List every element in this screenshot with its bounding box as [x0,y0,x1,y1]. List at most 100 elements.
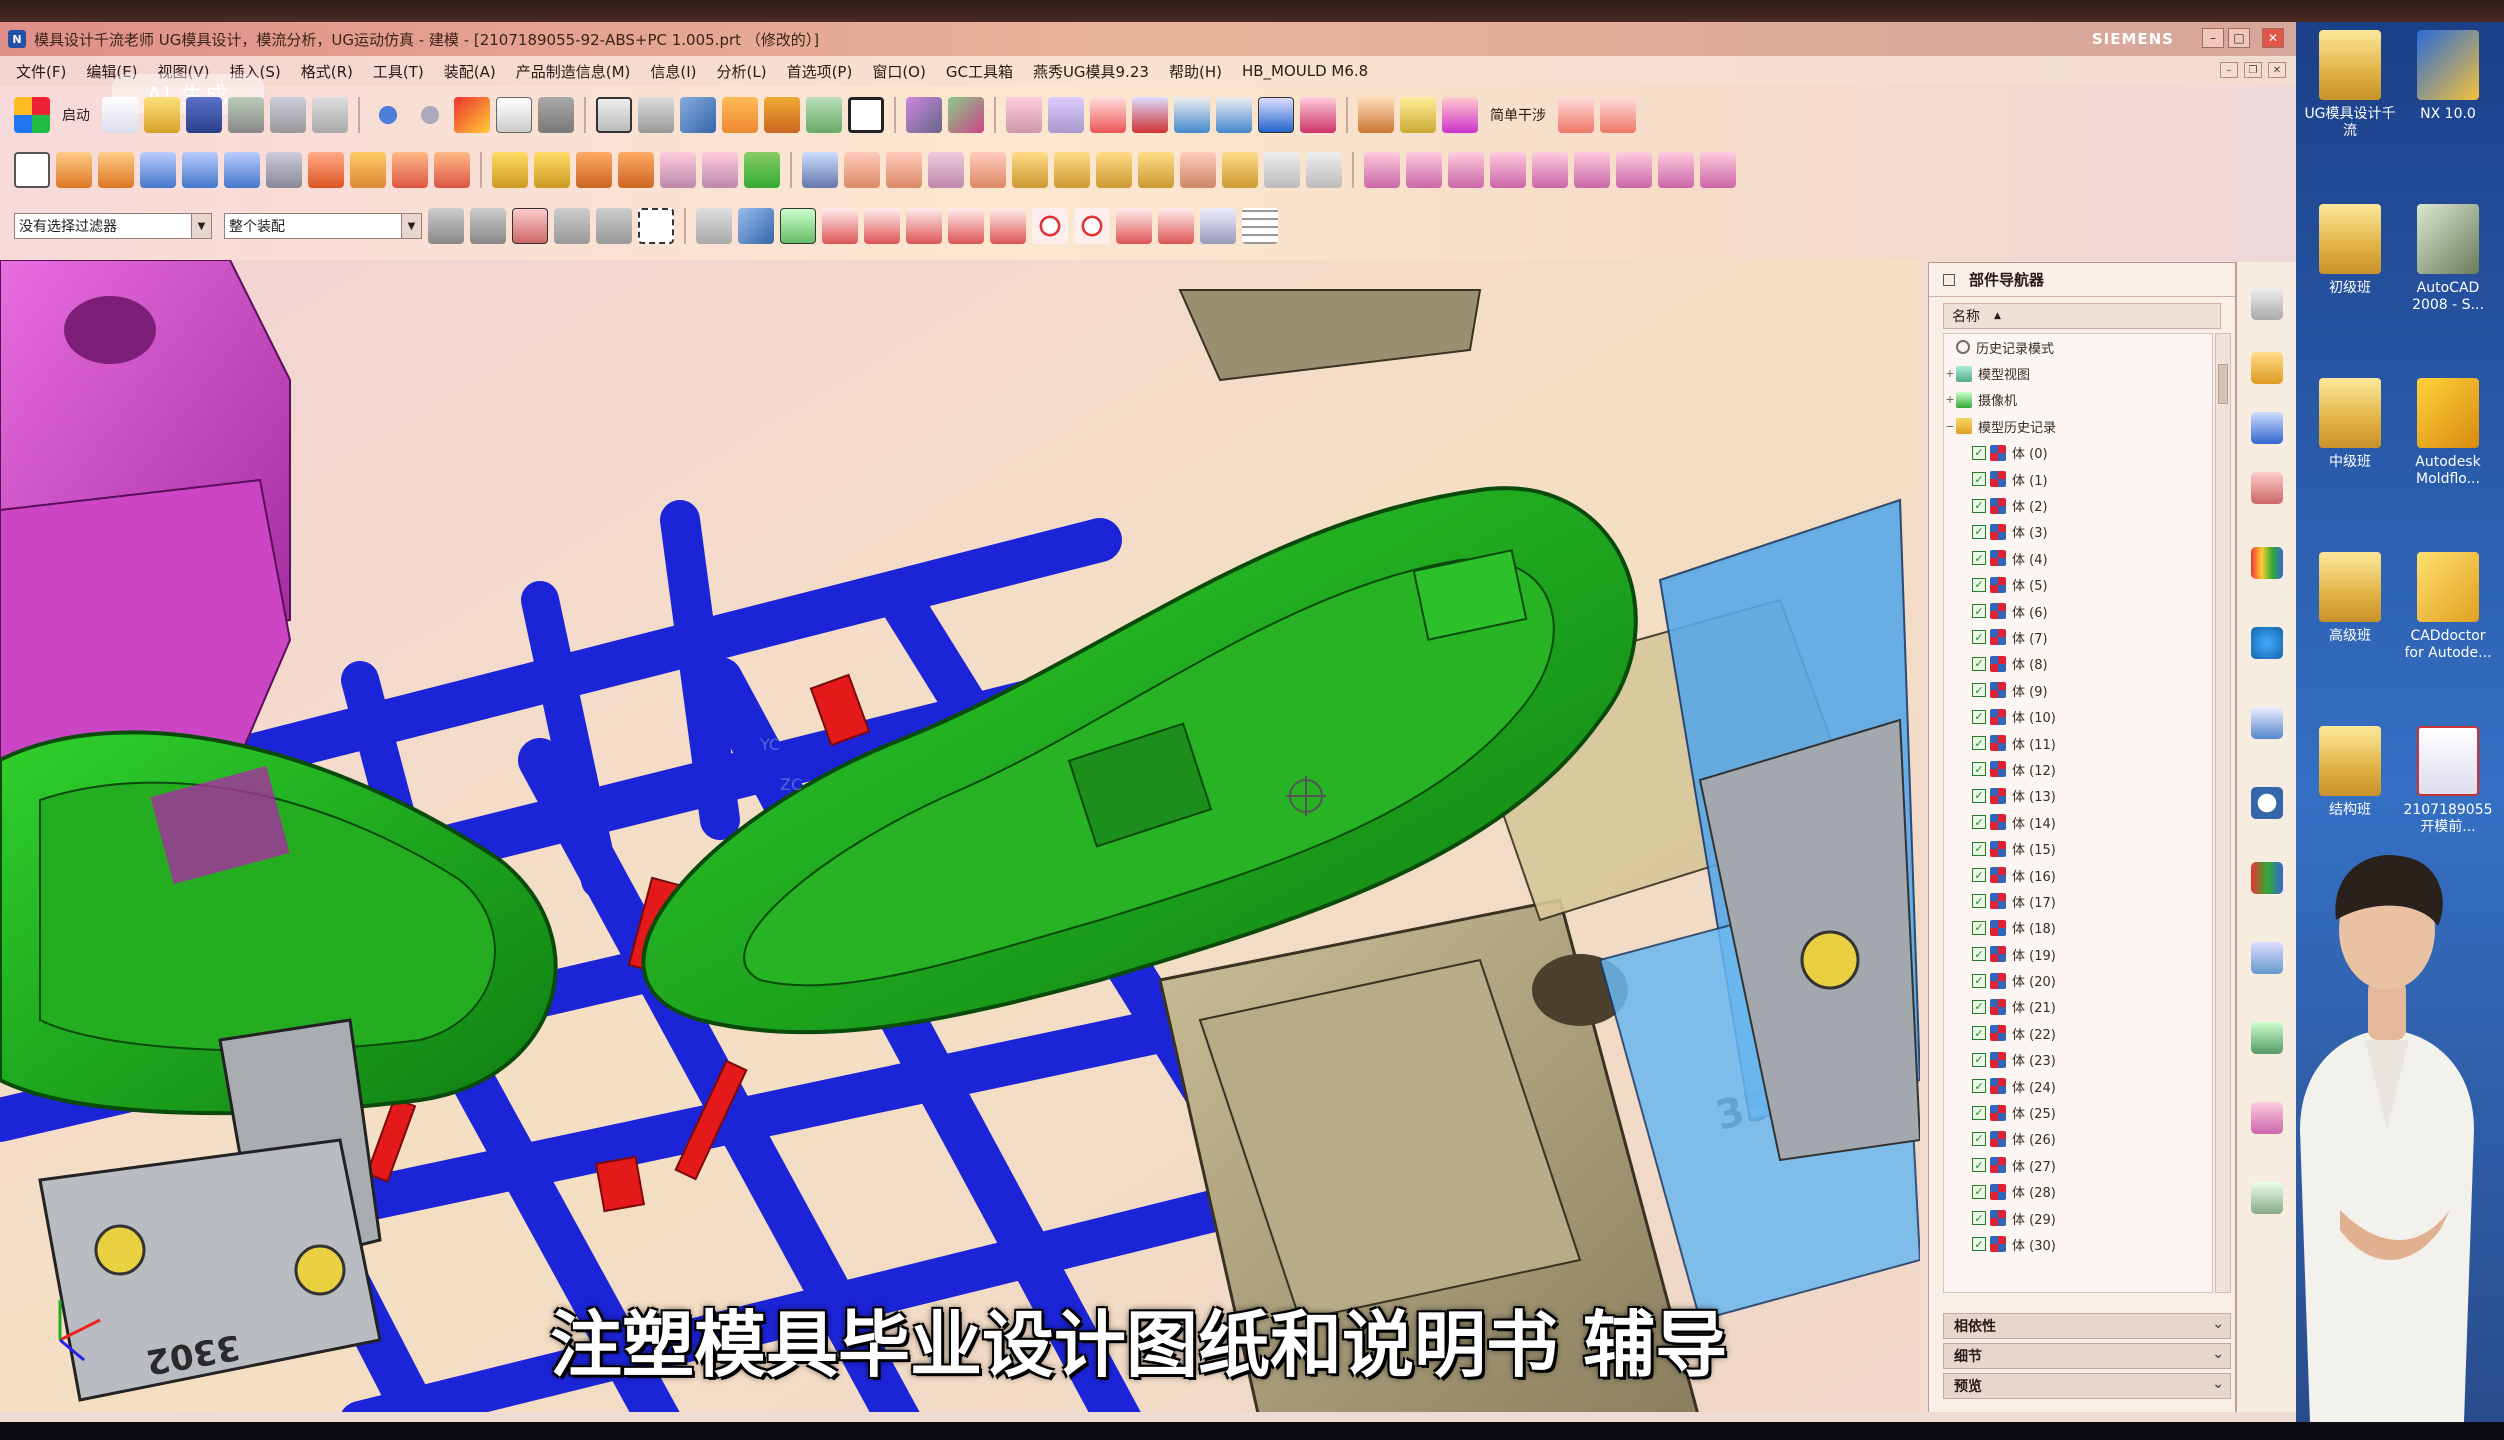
menu-gc-toolbox[interactable]: GC工具箱 [946,61,1013,82]
slider-lifter-icon[interactable] [1700,152,1736,188]
visibility-checkbox[interactable]: ✓ [1972,1158,1986,1173]
menu-help[interactable]: 帮助(H) [1169,61,1222,82]
tree-node-feature[interactable]: ✓ 体 (10) [1944,703,2212,729]
repeat-command-icon[interactable] [454,97,490,133]
draft-icon[interactable] [886,152,922,188]
visibility-checkbox[interactable]: ✓ [1972,1211,1986,1226]
tree-node-feature[interactable]: ✓ 体 (8) [1944,651,2212,677]
visibility-checkbox[interactable]: ✓ [1972,762,1986,777]
navigator-scrollbar[interactable] [2215,333,2231,1293]
solid-cube-icon[interactable] [738,208,774,244]
cut-icon[interactable] [228,97,264,133]
arc-center-icon[interactable] [1032,208,1068,244]
tree-node-feature[interactable]: ✓ 体 (29) [1944,1205,2212,1231]
coordinate-icon[interactable] [1132,97,1168,133]
desktop-icon-moldflow[interactable]: Autodesk Moldflo... [2400,378,2496,488]
existing-point-icon[interactable] [1116,208,1152,244]
line-icon[interactable] [822,208,858,244]
menu-analysis[interactable]: 分析(L) [717,61,767,82]
rectangle-marquee-icon[interactable] [638,208,674,244]
visibility-checkbox[interactable]: ✓ [1972,1026,1986,1041]
menu-window[interactable]: 窗口(O) [872,61,926,82]
view-orient-icon[interactable] [638,97,674,133]
mold-wizard-icon[interactable] [1364,152,1400,188]
fit-view-icon[interactable] [596,97,632,133]
intersect-icon[interactable] [576,152,612,188]
tree-node-feature[interactable]: ✓ 体 (5) [1944,572,2212,598]
select-feature-icon[interactable] [428,208,464,244]
control-point-icon[interactable] [948,208,984,244]
tree-node-feature[interactable]: ✓ 体 (14) [1944,809,2212,835]
preview-panel-bar[interactable]: 预览 ⌄ [1943,1373,2231,1399]
doc-restore-button[interactable]: ❐ [2244,62,2262,78]
tree-node-feature[interactable]: ✓ 体 (0) [1944,440,2212,466]
wave-icon[interactable] [1264,152,1300,188]
tree-node-feature[interactable]: ✓ 体 (7) [1944,624,2212,650]
thicken-icon[interactable] [970,152,1006,188]
sew-icon[interactable] [1180,152,1216,188]
visibility-checkbox[interactable]: ✓ [1972,947,1986,962]
visibility-checkbox[interactable]: ✓ [1972,815,1986,830]
measure-distance-icon[interactable] [1400,97,1436,133]
point-on-curve-icon[interactable] [1158,208,1194,244]
visibility-checkbox[interactable]: ✓ [1972,868,1986,882]
new-file-icon[interactable] [102,97,138,133]
clock-icon[interactable] [2251,787,2283,819]
block-icon[interactable] [140,152,176,188]
visibility-checkbox[interactable]: ✓ [1972,788,1986,803]
pattern-icon[interactable] [1054,152,1090,188]
intersection-point-icon[interactable] [990,208,1026,244]
chamfer-icon[interactable] [844,152,880,188]
replace-face-icon[interactable] [744,152,780,188]
expand-icon[interactable]: + [1944,393,1956,406]
wcs-icon[interactable] [1258,97,1294,133]
desktop-icon-advanced[interactable]: 高级班 [2302,552,2398,645]
datum-csys-icon[interactable] [1216,97,1252,133]
visibility-checkbox[interactable]: ✓ [1972,683,1986,698]
visibility-checkbox[interactable]: ✓ [1972,841,1986,856]
interference-icon[interactable] [1558,97,1594,133]
visibility-checkbox[interactable]: ✓ [1972,1079,1986,1094]
redo-icon[interactable] [412,97,448,133]
visibility-checkbox[interactable]: ✓ [1972,577,1986,592]
desktop-icon-prt-file[interactable]: 2107189055 开模前... [2400,726,2496,836]
rectangle-select-icon[interactable] [848,97,884,133]
scrollbar-thumb[interactable] [2218,364,2228,404]
point-icon[interactable] [1090,97,1126,133]
visibility-checkbox[interactable]: ✓ [1972,1105,1986,1120]
list-icon[interactable] [538,97,574,133]
cone-icon[interactable] [182,152,218,188]
snap-point-icon[interactable] [512,208,548,244]
open-folder-icon[interactable] [144,97,180,133]
visibility-checkbox[interactable]: ✓ [1972,1052,1986,1067]
mid-point-icon[interactable] [864,208,900,244]
part-navigator-icon[interactable] [2251,472,2283,504]
boss-icon[interactable] [350,152,386,188]
extrude-icon[interactable] [56,152,92,188]
dependencies-panel-bar[interactable]: 相依性 ⌄ [1943,1313,2231,1339]
desktop-icon-structure[interactable]: 结构班 [2302,726,2398,819]
close-button[interactable]: ✕ [2262,28,2284,48]
grid-snap-icon[interactable] [1242,208,1278,244]
sketch-icon[interactable] [14,152,50,188]
workpiece-icon[interactable] [1490,152,1526,188]
desktop-icon-autocad[interactable]: AutoCAD 2008 - S... [2400,204,2496,314]
desktop-icon-nx10[interactable]: NX 10.0 [2400,30,2496,123]
tree-node-feature[interactable]: ✓ 体 (22) [1944,1020,2212,1046]
grid-table-icon[interactable] [1048,97,1084,133]
desktop-icon-caddoctor[interactable]: CADdoctor for Autode... [2400,552,2496,662]
end-point-icon[interactable] [780,208,816,244]
table-icon[interactable] [1006,97,1042,133]
navigator-pin-icon[interactable] [1943,273,1955,286]
visibility-checkbox[interactable]: ✓ [1972,656,1986,671]
info-icon[interactable] [496,97,532,133]
undo-icon[interactable] [370,97,406,133]
tube-icon[interactable] [266,152,302,188]
menu-info[interactable]: 信息(I) [650,61,696,82]
visibility-checkbox[interactable]: ✓ [1972,472,1986,487]
minimize-button[interactable]: – [2202,28,2224,48]
start-icon[interactable] [14,97,50,133]
select-body-icon[interactable] [470,208,506,244]
visibility-checkbox[interactable]: ✓ [1972,894,1986,909]
visibility-checkbox[interactable]: ✓ [1972,973,1986,988]
